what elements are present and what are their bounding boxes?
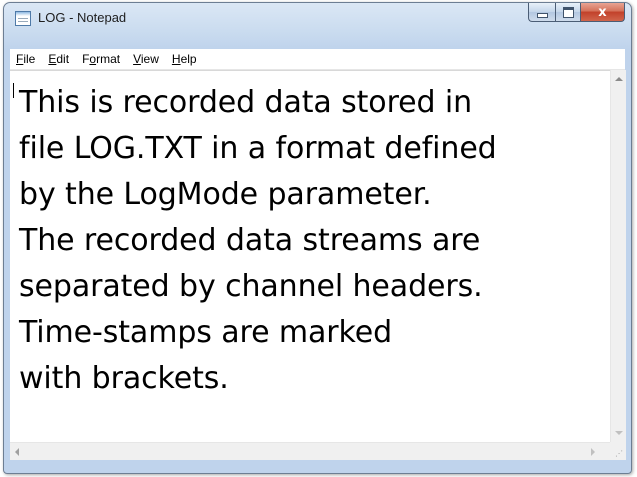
scroll-left-icon[interactable]	[15, 448, 19, 456]
horizontal-scrollbar[interactable]	[10, 442, 610, 460]
text-line: separated by channel headers.	[19, 269, 483, 304]
close-button[interactable]: x	[581, 3, 625, 22]
text-line: Time-stamps are marked	[19, 315, 393, 350]
scroll-up-icon[interactable]	[615, 77, 623, 81]
menu-label: rmat	[96, 52, 121, 66]
notepad-window: LOG - Notepad x File Edit Format View He…	[3, 2, 632, 474]
close-icon: x	[598, 4, 607, 20]
maximize-button[interactable]	[555, 3, 581, 22]
text-line: The recorded data streams are	[19, 223, 481, 258]
notepad-icon[interactable]	[15, 11, 31, 26]
maximize-icon	[562, 6, 574, 18]
menu-help[interactable]: Help	[166, 52, 204, 66]
text-caret	[13, 83, 14, 98]
menu-format[interactable]: Format	[76, 52, 127, 66]
menu-label: dit	[56, 52, 70, 66]
text-line: file LOG.TXT in a format defined	[19, 131, 497, 166]
caption-buttons: x	[528, 3, 625, 23]
menu-label: ile	[23, 52, 36, 66]
size-grip-icon: ⋰	[615, 449, 623, 458]
window-title: LOG - Notepad	[38, 10, 127, 25]
menu-accelerator: H	[171, 52, 181, 66]
minimize-button[interactable]	[528, 3, 555, 22]
scroll-down-icon[interactable]	[615, 431, 623, 435]
menu-file[interactable]: File	[10, 52, 42, 66]
text-editor[interactable]: This is recorded data stored in file LOG…	[10, 70, 610, 443]
menu-bar: File Edit Format View Help	[10, 49, 625, 70]
menu-edit[interactable]: Edit	[42, 52, 76, 66]
menu-accelerator: V	[133, 52, 141, 66]
text-line: with brackets.	[19, 361, 229, 396]
minimize-icon	[536, 12, 548, 18]
vertical-scrollbar[interactable]	[610, 70, 626, 442]
menu-view[interactable]: View	[127, 52, 166, 66]
text-line: This is recorded data stored in	[19, 85, 473, 120]
size-grip[interactable]: ⋰	[610, 442, 626, 460]
scroll-right-icon[interactable]	[591, 448, 595, 456]
text-line: by the LogMode parameter.	[19, 177, 432, 212]
menu-label: elp	[180, 52, 197, 66]
menu-label: iew	[140, 52, 159, 66]
title-bar[interactable]: LOG - Notepad x	[4, 3, 631, 33]
